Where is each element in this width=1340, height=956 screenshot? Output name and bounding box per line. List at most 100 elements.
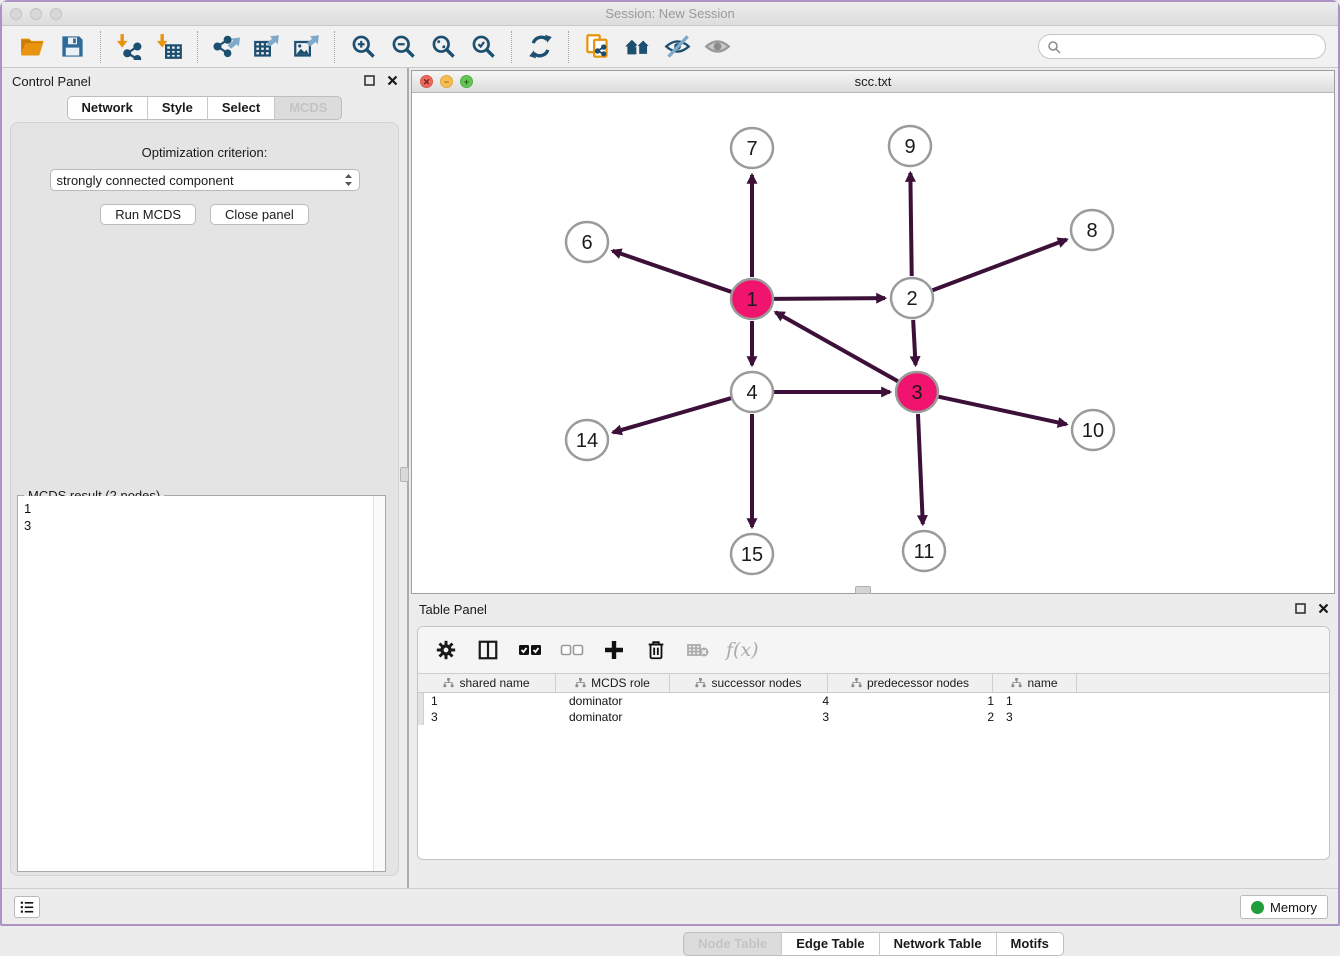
graph-edge-3-11[interactable] (918, 414, 923, 524)
open-session-button[interactable] (15, 31, 49, 63)
select-all-columns-button[interactable] (516, 636, 544, 664)
export-table-button[interactable] (249, 31, 283, 63)
graph-node-7[interactable]: 7 (731, 128, 773, 168)
graph-edge-2-3[interactable] (913, 320, 915, 365)
table-cell[interactable]: 1 (1000, 693, 1084, 709)
table-settings-button[interactable] (432, 636, 460, 664)
horizontal-splitter-handle[interactable] (855, 586, 871, 594)
export-network-button[interactable] (209, 31, 243, 63)
graph-node-14[interactable]: 14 (566, 420, 608, 460)
zoom-in-button[interactable] (346, 31, 380, 63)
table-tab-motifs[interactable]: Motifs (997, 932, 1064, 956)
table-cell[interactable]: 1 (835, 693, 1000, 709)
tab-network[interactable]: Network (67, 96, 148, 120)
zoom-selected-button[interactable] (466, 31, 500, 63)
close-panel-button[interactable]: Close panel (210, 204, 309, 225)
control-panel-tabs: NetworkStyleSelectMCDS (2, 96, 407, 120)
column-header-successor-nodes[interactable]: successor nodes (670, 674, 828, 692)
column-header-label: name (1027, 676, 1057, 690)
table-tab-node-table[interactable]: Node Table (683, 932, 782, 956)
table-tab-network-table[interactable]: Network Table (880, 932, 997, 956)
graph-node-15[interactable]: 15 (731, 534, 773, 574)
zoom-selected-icon (470, 33, 497, 60)
vertical-splitter-handle[interactable] (400, 467, 409, 482)
delete-column-button[interactable] (642, 636, 670, 664)
graph-node-11[interactable]: 11 (903, 531, 945, 571)
show-all-button[interactable] (700, 31, 734, 63)
graph-edge-2-8[interactable] (933, 240, 1067, 291)
float-table-panel-icon[interactable] (1294, 602, 1307, 615)
graph-node-4[interactable]: 4 (731, 372, 773, 412)
table-cell[interactable]: 2 (835, 709, 1000, 725)
table-row[interactable]: 3dominator323 (418, 709, 1329, 725)
memory-button[interactable]: Memory (1240, 895, 1328, 919)
function-builder-button[interactable]: f(x) (726, 639, 759, 661)
window-title: Session: New Session (2, 6, 1338, 21)
tab-select[interactable]: Select (208, 96, 275, 120)
import-table-icon (156, 33, 183, 60)
network-canvas[interactable]: 7 9 6 8 1 2 4 3 14 10 15 11 (412, 93, 1334, 593)
graph-edge-1-6[interactable] (613, 251, 732, 292)
graph-edge-2-9[interactable] (910, 173, 911, 276)
table-cell[interactable]: dominator (563, 693, 677, 709)
network-window-titlebar[interactable]: ✕ − + scc.txt (412, 71, 1334, 93)
split-panel-button[interactable] (474, 636, 502, 664)
first-neighbors-button[interactable] (620, 31, 654, 63)
column-header-shared-name[interactable]: shared name (418, 674, 556, 692)
run-mcds-button[interactable]: Run MCDS (100, 204, 196, 225)
duplicate-network-button[interactable] (580, 31, 614, 63)
optimization-criterion-select[interactable]: strongly connected component (50, 169, 360, 191)
result-scrollbar[interactable] (373, 496, 385, 871)
import-table-button[interactable] (152, 31, 186, 63)
column-header-MCDS-role[interactable]: MCDS role (556, 674, 670, 692)
search-field[interactable] (1038, 34, 1326, 59)
table-cell[interactable]: dominator (563, 709, 677, 725)
column-header-name[interactable]: name (993, 674, 1077, 692)
zoom-fit-icon (430, 33, 457, 60)
save-session-button[interactable] (55, 31, 89, 63)
graph-node-1[interactable]: 1 (731, 279, 773, 319)
graph-node-8[interactable]: 8 (1071, 210, 1113, 250)
eye-slash-icon (664, 33, 691, 60)
table-cell[interactable]: 3 (425, 709, 563, 725)
graph-edge-3-10[interactable] (939, 397, 1067, 425)
delete-table-button[interactable] (684, 636, 712, 664)
graph-edge-4-14[interactable] (613, 398, 731, 432)
import-network-button[interactable] (112, 31, 146, 63)
zoom-out-button[interactable] (386, 31, 420, 63)
mcds-panel: Optimization criterion: strongly connect… (10, 122, 399, 876)
trash-icon (645, 639, 667, 661)
table-tab-edge-table[interactable]: Edge Table (782, 932, 879, 956)
refresh-button[interactable] (523, 31, 557, 63)
graph-edge-3-1[interactable] (776, 312, 898, 381)
hide-selected-button[interactable] (660, 31, 694, 63)
table-cell[interactable]: 4 (677, 693, 835, 709)
table-cell[interactable]: 3 (677, 709, 835, 725)
export-image-button[interactable] (289, 31, 323, 63)
graph-node-label: 6 (581, 232, 592, 254)
close-table-panel-icon[interactable] (1317, 602, 1330, 615)
mcds-result-area[interactable]: 13 (18, 496, 385, 871)
table-cell[interactable]: 3 (1000, 709, 1084, 725)
table-row[interactable]: 1dominator411 (418, 693, 1329, 709)
graph-node-9[interactable]: 9 (889, 126, 931, 166)
graph-node-label: 8 (1086, 220, 1097, 242)
graph-node-10[interactable]: 10 (1072, 410, 1114, 450)
graph-node-2[interactable]: 2 (891, 278, 933, 318)
column-header-predecessor-nodes[interactable]: predecessor nodes (828, 674, 993, 692)
graph-edge-1-2[interactable] (774, 298, 885, 299)
close-panel-icon[interactable] (386, 74, 399, 87)
table-cell[interactable]: 1 (425, 693, 563, 709)
deselect-all-columns-button[interactable] (558, 636, 586, 664)
open-folder-icon (19, 33, 46, 60)
search-input[interactable] (1065, 37, 1325, 57)
tab-style[interactable]: Style (148, 96, 208, 120)
task-history-button[interactable] (14, 896, 40, 918)
tab-mcds[interactable]: MCDS (275, 96, 342, 120)
graph-node-3[interactable]: 3 (896, 372, 938, 412)
export-network-icon (213, 33, 240, 60)
float-panel-icon[interactable] (363, 74, 376, 87)
zoom-fit-button[interactable] (426, 31, 460, 63)
add-column-button[interactable] (600, 636, 628, 664)
graph-node-6[interactable]: 6 (566, 222, 608, 262)
